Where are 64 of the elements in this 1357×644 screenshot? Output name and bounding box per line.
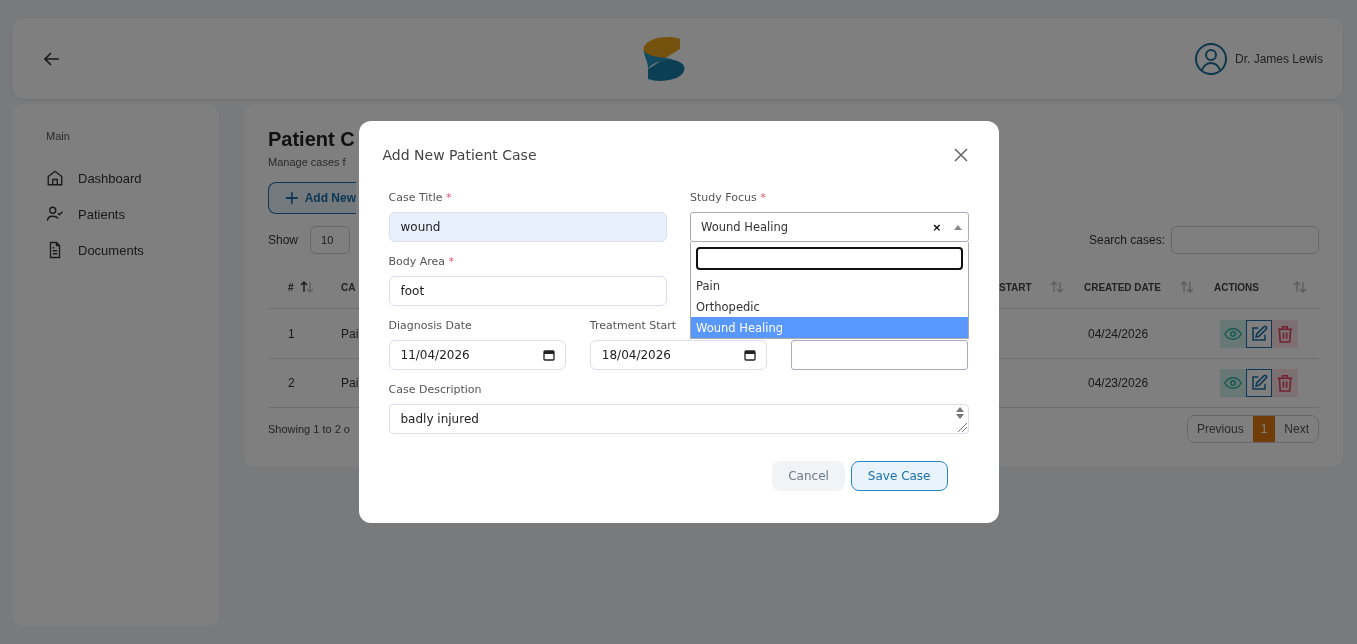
- field-label: Case Description: [388, 383, 482, 397]
- table-cell: 04/24/2026: [1088, 326, 1149, 341]
- page-subtitle: Manage cases f: [268, 156, 347, 168]
- cancel-button[interactable]: Cancel: [772, 461, 845, 491]
- calendar-icon[interactable]: [744, 349, 757, 361]
- date-field[interactable]: 18/04/2026: [589, 340, 768, 370]
- column-header: START: [999, 281, 1032, 293]
- pencil-square-icon: [1250, 373, 1268, 392]
- close-button[interactable]: [952, 147, 969, 163]
- column-header: ACTIONS: [1214, 281, 1259, 293]
- save-button[interactable]: Save Case: [850, 461, 948, 491]
- date-field[interactable]: 11/04/2026: [388, 340, 566, 370]
- back-arrow-icon[interactable]: [44, 51, 60, 66]
- delete-button[interactable]: [1272, 368, 1298, 397]
- trash-icon: [1277, 324, 1293, 343]
- table-cell: 1: [288, 326, 295, 341]
- show-label: Show: [268, 232, 299, 247]
- entries-info: Showing 1 to 2 o: [268, 423, 350, 435]
- user-check-icon: [46, 205, 64, 223]
- page-title: Patient C: [268, 128, 356, 151]
- search-field[interactable]: [696, 247, 963, 270]
- dropdown-option[interactable]: Wound Healing: [691, 317, 968, 338]
- sidebar-item[interactable]: Dashboard: [46, 160, 185, 196]
- table-cell: Pai: [341, 326, 359, 341]
- column-header: #: [288, 281, 294, 293]
- column-header: CREATED DATE: [1084, 281, 1161, 293]
- field-label: Body Area *: [388, 255, 455, 269]
- sidebar-item[interactable]: Patients: [46, 196, 185, 232]
- field-label: Diagnosis Date: [388, 319, 472, 333]
- view-button[interactable]: [1220, 368, 1246, 397]
- table-cell: Pai: [341, 375, 359, 390]
- sort-icon[interactable]: [299, 281, 314, 294]
- section-label: Main: [46, 130, 71, 142]
- text-area[interactable]: badly injured: [388, 404, 969, 434]
- field-label: Case Title *: [388, 191, 452, 205]
- caret-up-icon: [953, 224, 962, 230]
- table-cell: 04/23/2026: [1088, 375, 1149, 390]
- field-label: Study Focus *: [690, 191, 766, 205]
- edit-button[interactable]: [1246, 368, 1272, 397]
- plus-icon: [285, 191, 299, 206]
- eye-icon: [1224, 375, 1242, 390]
- select-field[interactable]: [791, 340, 969, 370]
- delete-button[interactable]: [1272, 319, 1298, 348]
- eye-icon: [1224, 326, 1242, 341]
- add-button[interactable]: Add New: [268, 182, 356, 215]
- input-field[interactable]: wound: [388, 212, 667, 242]
- field-label: Treatment Start: [589, 319, 677, 333]
- search-label: Search cases:: [1088, 232, 1165, 247]
- dialog-title: Add New Patient Case: [382, 147, 537, 163]
- sidebar-item[interactable]: Documents: [46, 232, 185, 268]
- trash-icon: [1277, 373, 1293, 392]
- view-button[interactable]: [1220, 319, 1246, 348]
- user-name: Dr. James Lewis: [1234, 51, 1323, 66]
- page-size-select[interactable]: 10: [310, 225, 351, 254]
- input-field[interactable]: foot: [388, 276, 667, 306]
- home-icon: [46, 169, 64, 187]
- column-header: CA: [341, 281, 356, 293]
- pencil-square-icon: [1250, 324, 1268, 343]
- edit-button[interactable]: [1246, 319, 1272, 348]
- select-field[interactable]: Wound Healing ×: [690, 212, 969, 242]
- avatar-icon[interactable]: [1194, 42, 1227, 75]
- table-cell: 2: [288, 375, 295, 390]
- clear-button[interactable]: ×: [932, 220, 942, 234]
- calendar-icon[interactable]: [542, 349, 555, 361]
